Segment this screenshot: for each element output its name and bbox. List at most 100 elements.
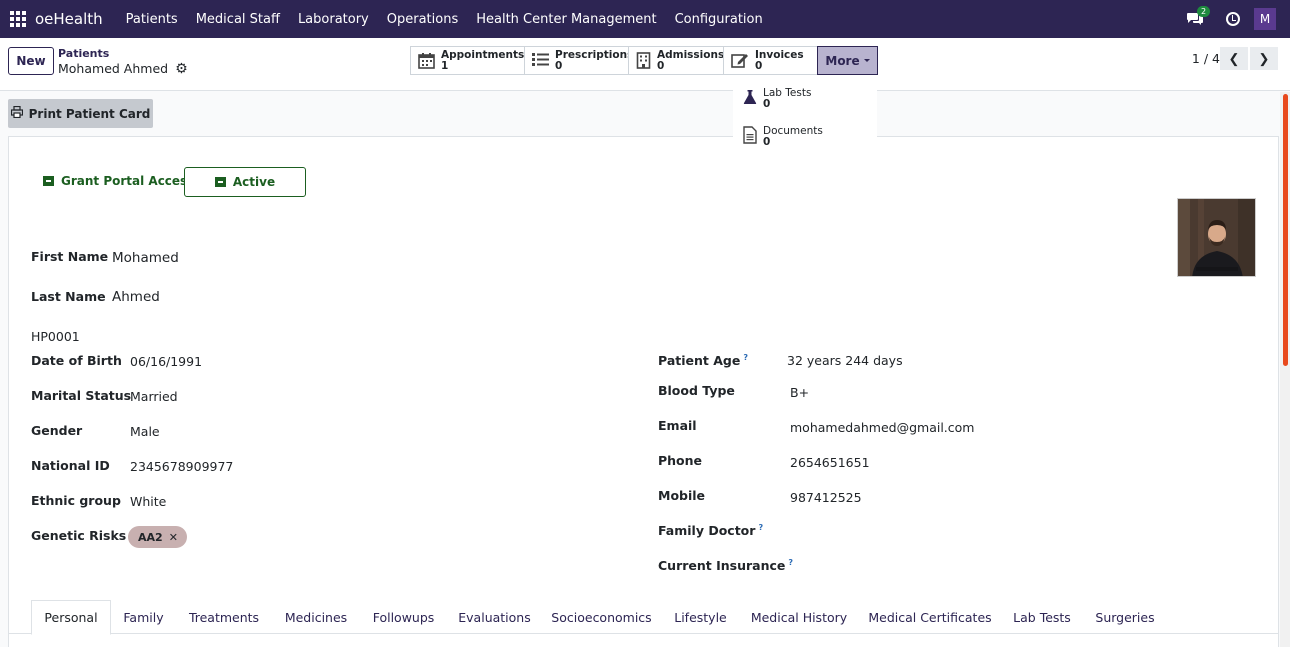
documents-count: 0: [763, 136, 771, 148]
user-avatar[interactable]: M: [1254, 8, 1276, 30]
lab-tests-count: 0: [763, 98, 771, 110]
menu-operations[interactable]: Operations: [387, 12, 458, 27]
documents-label: Documents: [763, 125, 823, 137]
new-button[interactable]: New: [8, 47, 54, 75]
tab-followups[interactable]: Followups: [360, 600, 447, 634]
mobile-field[interactable]: 987412525: [790, 490, 862, 505]
document-icon: [741, 126, 759, 148]
chevron-right-icon: ❯: [1258, 50, 1270, 66]
admissions-label: Admissions: [657, 48, 725, 61]
gender-field[interactable]: Male: [130, 424, 160, 439]
gear-icon[interactable]: ⚙: [175, 62, 188, 76]
patient-age-label: Patient Age?: [658, 353, 748, 368]
top-navbar: oeHealth Patients Medical Staff Laborato…: [0, 0, 1290, 38]
genetic-risks-label: Genetic Risks: [31, 528, 127, 543]
tab-personal[interactable]: Personal: [31, 600, 111, 635]
help-icon[interactable]: ?: [788, 558, 793, 567]
dob-field[interactable]: 06/16/1991: [130, 354, 202, 369]
documents-menu-item[interactable]: Documents 0: [741, 126, 823, 148]
grant-portal-access-label: Grant Portal Access: [61, 174, 195, 188]
tab-medicines[interactable]: Medicines: [272, 600, 360, 634]
national-id-field[interactable]: 2345678909977: [130, 459, 233, 474]
tab-lifestyle[interactable]: Lifestyle: [661, 600, 740, 634]
help-icon[interactable]: ?: [758, 523, 763, 532]
page-scrollbar[interactable]: [1280, 92, 1290, 647]
building-icon: [636, 51, 651, 70]
patient-photo[interactable]: [1177, 198, 1256, 277]
tab-family[interactable]: Family: [111, 600, 176, 634]
marital-status-field[interactable]: Married: [130, 389, 178, 404]
tab-socioeconomics[interactable]: Socioeconomics: [542, 600, 661, 634]
phone-label: Phone: [658, 453, 703, 468]
pager-previous-button[interactable]: ❮: [1220, 47, 1248, 70]
dob-label: Date of Birth: [31, 353, 122, 368]
breadcrumb-patients[interactable]: Patients: [58, 47, 109, 60]
first-name-label: First Name: [31, 249, 109, 264]
appointments-button[interactable]: Appointments 1: [410, 46, 524, 75]
admissions-count: 0: [657, 59, 665, 72]
tab-medical-history[interactable]: Medical History: [740, 600, 858, 634]
invoices-button[interactable]: Invoices 0: [723, 46, 817, 75]
genetic-risk-tag-label: AA2: [138, 530, 163, 544]
app-brand[interactable]: oeHealth: [35, 10, 103, 28]
more-label: More: [825, 53, 860, 68]
archive-icon: [214, 177, 226, 187]
tab-medical-certificates[interactable]: Medical Certificates: [858, 600, 1002, 634]
lab-tests-label: Lab Tests: [763, 87, 812, 99]
tab-evaluations[interactable]: Evaluations: [447, 600, 542, 634]
email-field[interactable]: mohamedahmed@gmail.com: [790, 420, 974, 435]
invoices-label: Invoices: [755, 48, 804, 61]
chat-icon[interactable]: 2: [1186, 6, 1211, 26]
prescriptions-button[interactable]: Prescriptions 0: [524, 46, 633, 75]
blood-type-label: Blood Type: [658, 383, 735, 398]
grant-portal-access-button[interactable]: Grant Portal Access: [43, 174, 194, 188]
blood-type-field[interactable]: B+: [790, 385, 809, 400]
phone-field[interactable]: 2654651651: [790, 455, 870, 470]
more-dropdown: Lab Tests 0 Documents 0: [733, 80, 877, 152]
menu-laboratory[interactable]: Laboratory: [298, 12, 369, 27]
pager-value[interactable]: 1 / 4: [1192, 51, 1220, 66]
chevron-left-icon: ❮: [1228, 50, 1240, 66]
ethnic-group-label: Ethnic group: [31, 493, 121, 508]
current-insurance-label: Current Insurance?: [658, 558, 793, 573]
apps-grid-icon[interactable]: [10, 11, 26, 27]
tab-treatments[interactable]: Treatments: [176, 600, 272, 634]
flask-icon: [741, 89, 759, 109]
appointments-label: Appointments: [441, 48, 525, 61]
lab-tests-menu-item[interactable]: Lab Tests 0: [741, 88, 811, 110]
invoices-count: 0: [755, 59, 763, 72]
print-patient-card-button[interactable]: Print Patient Card: [8, 99, 153, 128]
prescriptions-count: 0: [555, 59, 563, 72]
national-id-label: National ID: [31, 458, 110, 473]
patient-ref-field[interactable]: HP0001: [31, 329, 80, 344]
pager-next-button[interactable]: ❯: [1250, 47, 1278, 70]
close-icon[interactable]: ✕: [169, 531, 178, 544]
help-icon[interactable]: ?: [743, 353, 748, 362]
first-name-field[interactable]: Mohamed: [112, 250, 179, 266]
admissions-button[interactable]: Admissions 0: [628, 46, 725, 75]
menu-health-center-management[interactable]: Health Center Management: [476, 12, 656, 27]
more-button[interactable]: More: [817, 46, 878, 75]
tab-lab-tests[interactable]: Lab Tests: [1002, 600, 1082, 634]
patient-age-field: 32 years 244 days: [787, 353, 903, 368]
edit-icon: [731, 52, 749, 70]
scrollbar-thumb[interactable]: [1283, 94, 1288, 366]
calendar-icon: [418, 52, 435, 70]
print-label: Print Patient Card: [28, 106, 151, 121]
active-toggle-button[interactable]: Active: [184, 167, 306, 197]
menu-medical-staff[interactable]: Medical Staff: [196, 12, 280, 27]
ethnic-group-field[interactable]: White: [130, 494, 166, 509]
last-name-field[interactable]: Ahmed: [112, 289, 160, 305]
form-sheet: Grant Portal Access Active First Name Mo…: [8, 136, 1279, 647]
caret-down-icon: [863, 59, 870, 62]
notebook-tabs: Personal Family Treatments Medicines Fol…: [9, 600, 1278, 635]
tab-surgeries[interactable]: Surgeries: [1082, 600, 1168, 634]
menu-patients[interactable]: Patients: [126, 12, 178, 27]
clock-icon[interactable]: [1226, 12, 1240, 26]
archive-icon: [43, 176, 54, 186]
marital-status-label: Marital Status: [31, 388, 132, 403]
record-name: Mohamed Ahmed: [58, 61, 169, 76]
menu-configuration[interactable]: Configuration: [675, 12, 763, 27]
smart-buttons: Appointments 1 Prescriptions 0 Admissions 0…: [410, 46, 878, 75]
genetic-risk-tag[interactable]: AA2 ✕: [128, 526, 187, 548]
